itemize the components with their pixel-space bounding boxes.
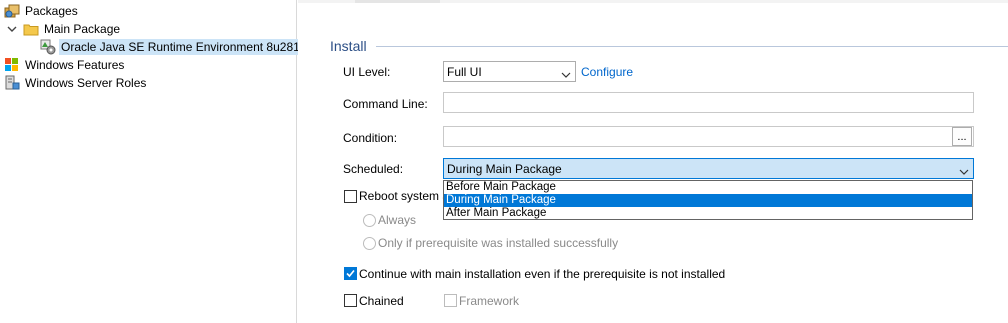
folder-icon <box>23 21 39 37</box>
continue-label: Continue with main installation even if … <box>359 267 726 281</box>
condition-input[interactable] <box>443 126 974 147</box>
tree-item-main-package[interactable]: Main Package <box>7 20 122 38</box>
chevron-down-icon <box>561 68 571 78</box>
tree-item-packages[interactable]: Packages <box>4 2 80 20</box>
always-label: Always <box>378 213 417 227</box>
only-if-radio[interactable] <box>363 237 376 250</box>
reboot-label: Reboot system at <box>359 189 443 203</box>
tree-item-windows-server-roles[interactable]: Windows Server Roles <box>4 74 148 92</box>
condition-label: Condition: <box>343 131 398 145</box>
chained-label: Chained <box>359 294 404 308</box>
configure-link[interactable]: Configure <box>581 65 633 79</box>
dropdown-option-before[interactable]: Before Main Package <box>444 181 972 194</box>
chevron-down-icon <box>959 165 969 175</box>
scheduled-combo[interactable]: During Main Package <box>443 158 974 179</box>
reboot-checkbox[interactable] <box>344 190 357 203</box>
windows-features-icon <box>4 57 20 73</box>
scheduled-dropdown-list[interactable]: Before Main Package During Main Package … <box>443 180 973 220</box>
ui-level-value: Full UI <box>447 64 482 79</box>
framework-checkbox[interactable] <box>444 294 457 307</box>
always-radio[interactable] <box>363 214 376 227</box>
tree-item-label: Main Package <box>44 22 121 36</box>
only-if-label: Only if prerequisite was installed succe… <box>378 236 619 250</box>
chevron-down-icon[interactable] <box>7 24 17 34</box>
chained-checkbox[interactable] <box>344 294 357 307</box>
tree-item-windows-features[interactable]: Windows Features <box>4 56 126 74</box>
command-line-input[interactable] <box>443 92 974 113</box>
server-roles-icon <box>4 75 20 91</box>
ui-level-combo[interactable]: Full UI <box>443 61 576 82</box>
continue-checkbox[interactable] <box>344 267 357 280</box>
install-settings-panel: Install UI Level: Full UI Configure Comm… <box>298 0 1008 323</box>
section-title-install: Install <box>330 38 367 54</box>
dropdown-option-during[interactable]: During Main Package <box>444 194 972 207</box>
ui-level-label: UI Level: <box>343 65 391 79</box>
scheduled-value: During Main Package <box>447 161 562 176</box>
command-line-label: Command Line: <box>343 97 428 111</box>
package-icon <box>40 39 56 55</box>
package-tree: Packages Main Package Oracle Java SE Run… <box>0 0 302 323</box>
section-divider <box>376 46 1008 47</box>
scheduled-label: Scheduled: <box>343 162 404 176</box>
tree-item-label: Windows Features <box>25 58 125 72</box>
packages-icon <box>4 3 20 19</box>
tree-item-oracle-java[interactable]: Oracle Java SE Runtime Environment 8u281 <box>40 38 302 56</box>
tree-item-label: Oracle Java SE Runtime Environment 8u281 <box>59 39 302 55</box>
panel-top-tab <box>355 0 440 3</box>
dropdown-option-after[interactable]: After Main Package <box>444 207 972 220</box>
tree-item-label: Packages <box>25 4 78 18</box>
condition-browse-button[interactable]: ... <box>952 127 972 146</box>
framework-label: Framework <box>459 294 520 308</box>
tree-item-label: Windows Server Roles <box>25 76 147 90</box>
